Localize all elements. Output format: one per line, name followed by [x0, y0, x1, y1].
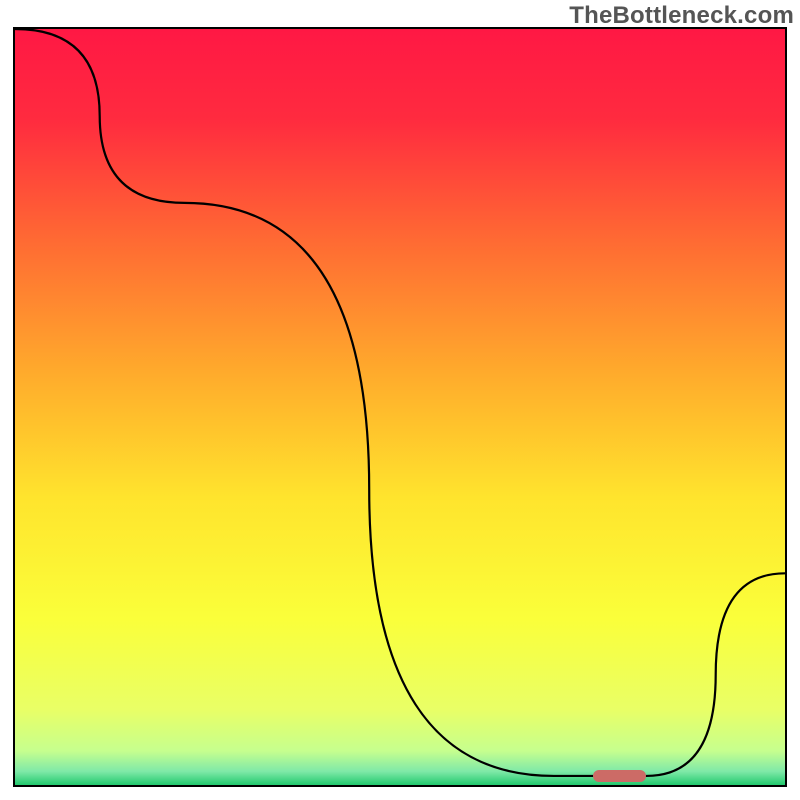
curve-layer — [15, 29, 785, 785]
plot-area — [15, 29, 785, 785]
optimal-range-marker — [593, 770, 647, 782]
plot-frame — [13, 27, 787, 787]
bottleneck-curve — [15, 29, 785, 776]
chart-container: TheBottleneck.com — [0, 0, 800, 800]
watermark-text: TheBottleneck.com — [569, 2, 794, 30]
